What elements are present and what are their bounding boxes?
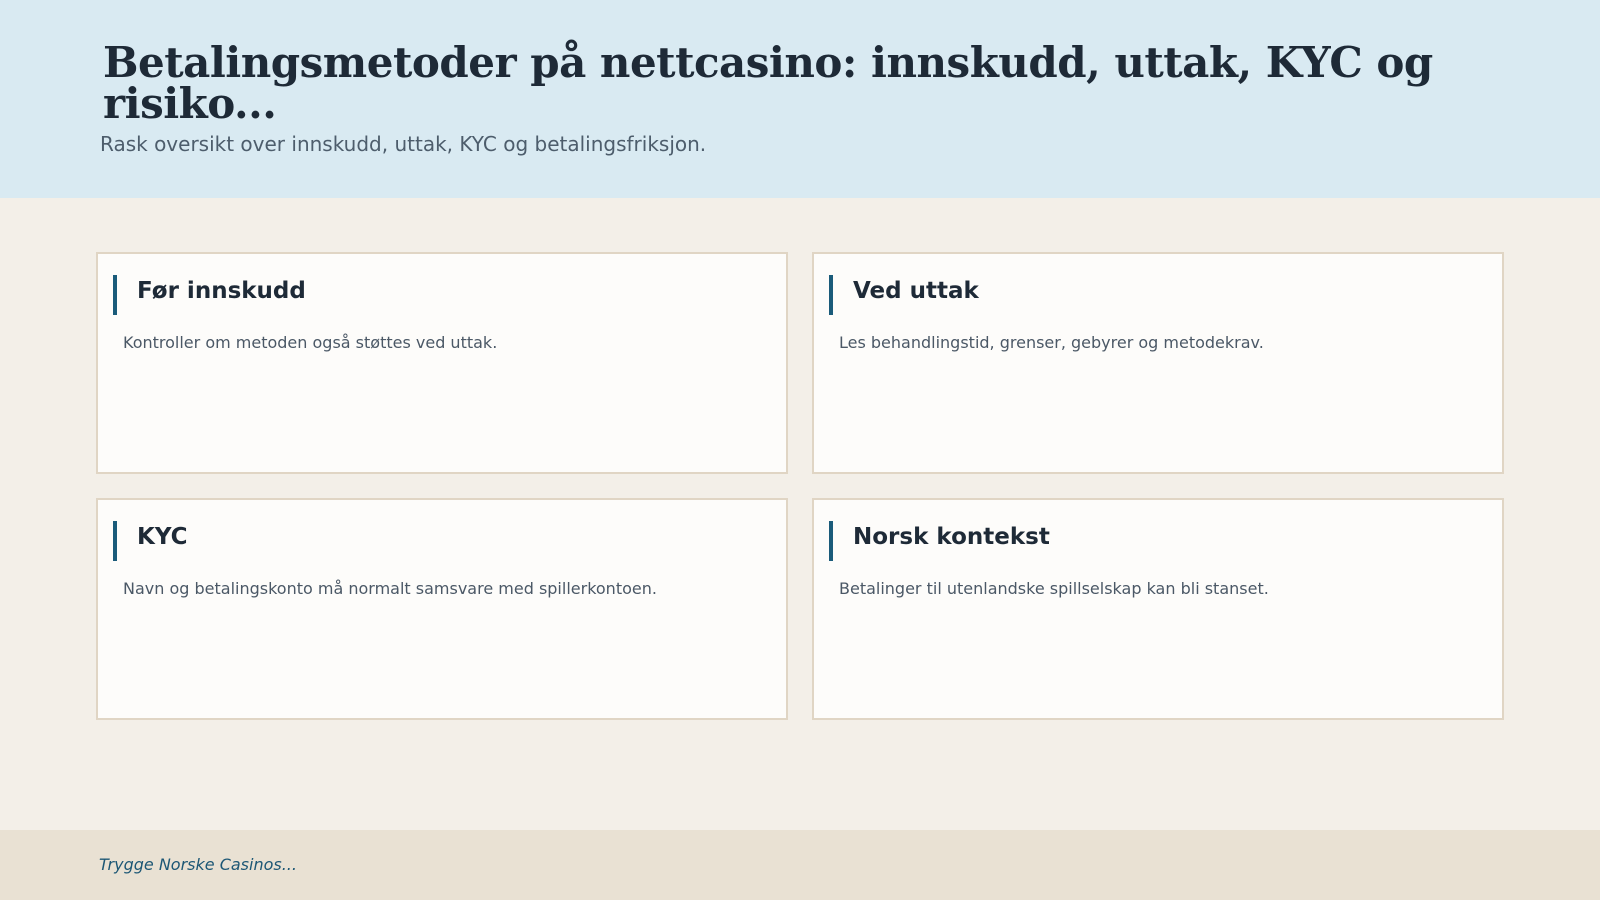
card-kyc: KYC Navn og betalingskonto må normalt sa… bbox=[96, 498, 788, 720]
footer-brand-link[interactable]: Trygge Norske Casinos... bbox=[99, 854, 297, 876]
card-accent-bar bbox=[113, 521, 117, 561]
card-text: Betalinger til utenlandske spillselskap … bbox=[839, 579, 1269, 598]
card-text: Navn og betalingskonto må normalt samsva… bbox=[123, 579, 657, 598]
card-accent-bar bbox=[829, 275, 833, 315]
page-header: Betalingsmetoder på nettcasino: innskudd… bbox=[0, 0, 1600, 198]
page-subtitle: Rask oversikt over innskudd, uttak, KYC … bbox=[100, 132, 707, 156]
card-accent-bar bbox=[829, 521, 833, 561]
page-footer: Trygge Norske Casinos... bbox=[0, 830, 1600, 900]
card-title: Ved uttak bbox=[853, 278, 979, 304]
page-title: Betalingsmetoder på nettcasino: innskudd… bbox=[103, 38, 1433, 128]
card-title: KYC bbox=[137, 524, 188, 550]
card-accent-bar bbox=[113, 275, 117, 315]
card-before-deposit: Før innskudd Kontroller om metoden også … bbox=[96, 252, 788, 474]
card-norwegian-context: Norsk kontekst Betalinger til utenlandsk… bbox=[812, 498, 1504, 720]
card-title: Norsk kontekst bbox=[853, 524, 1050, 550]
card-text: Kontroller om metoden også støttes ved u… bbox=[123, 333, 498, 352]
card-title: Før innskudd bbox=[137, 278, 306, 304]
card-text: Les behandlingstid, grenser, gebyrer og … bbox=[839, 333, 1264, 352]
card-withdrawal: Ved uttak Les behandlingstid, grenser, g… bbox=[812, 252, 1504, 474]
